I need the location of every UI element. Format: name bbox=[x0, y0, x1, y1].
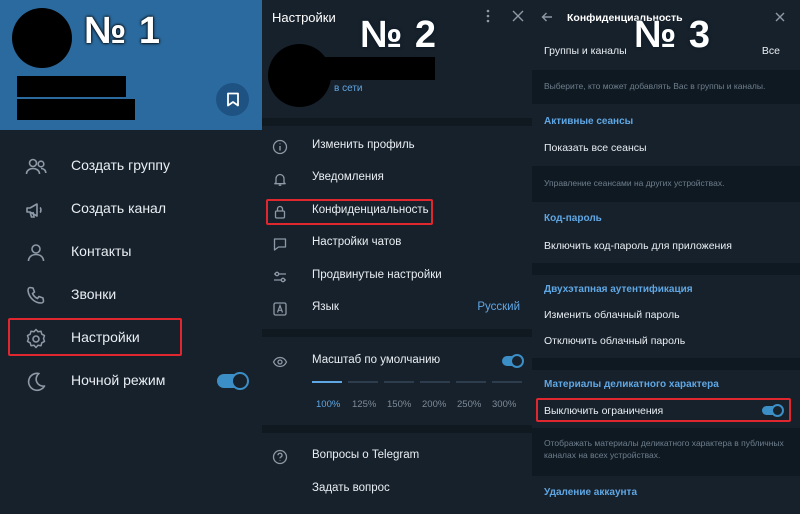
item-label: Вопросы о Telegram bbox=[312, 449, 420, 461]
show-sessions-row[interactable]: Показать все сеансы bbox=[544, 142, 647, 154]
privacy-panel: Конфиденциальность № 3 Группы и каналы В… bbox=[532, 0, 800, 514]
chat-icon bbox=[273, 238, 287, 251]
menu-label: Контакты bbox=[71, 243, 132, 259]
moon-icon bbox=[27, 372, 46, 392]
scale-option[interactable]: 150% bbox=[387, 399, 411, 410]
sliders-icon bbox=[274, 271, 286, 283]
divider bbox=[532, 263, 800, 275]
megaphone-icon bbox=[26, 203, 42, 218]
eye-icon bbox=[272, 356, 288, 368]
sessions-header: Активные сеансы bbox=[544, 116, 634, 127]
question-icon bbox=[272, 449, 288, 465]
item-label: Задать вопрос bbox=[312, 482, 390, 494]
menu-create-group[interactable]: Создать группу bbox=[0, 145, 262, 188]
online-status: в сети bbox=[334, 83, 363, 94]
sessions-hint: Управление сеансами на других устройства… bbox=[532, 166, 800, 202]
item-chat-settings[interactable]: Настройки чатов bbox=[262, 228, 532, 260]
contact-icon bbox=[27, 244, 45, 262]
item-label: Продвинутые настройки bbox=[312, 269, 442, 281]
redacted-name bbox=[324, 57, 435, 80]
scale-option[interactable]: 250% bbox=[457, 399, 481, 410]
item-language[interactable]: Язык Русский bbox=[262, 293, 532, 325]
item-telegram-faq[interactable]: Вопросы о Telegram bbox=[262, 441, 532, 473]
item-label: Настройки чатов bbox=[312, 236, 402, 248]
night-mode-toggle[interactable] bbox=[217, 372, 249, 390]
enable-passcode-row[interactable]: Включить код-пароль для приложения bbox=[544, 240, 732, 252]
disable-cloud-password-row[interactable]: Отключить облачный пароль bbox=[544, 335, 685, 347]
main-menu: Создать группу Создать канал Контакты Зв… bbox=[0, 145, 262, 403]
item-label: Уведомления bbox=[312, 171, 384, 183]
divider bbox=[532, 358, 800, 370]
back-arrow-icon[interactable] bbox=[541, 12, 553, 22]
highlight-restrictions bbox=[536, 398, 791, 422]
slider-segment bbox=[492, 381, 522, 383]
bell-icon bbox=[274, 173, 286, 186]
menu-label: Создать канал bbox=[71, 200, 166, 216]
close-icon[interactable] bbox=[775, 12, 785, 22]
item-advanced[interactable]: Продвинутые настройки bbox=[262, 261, 532, 293]
saved-messages-button[interactable] bbox=[216, 83, 249, 116]
step-label-2: № 2 bbox=[360, 14, 438, 56]
slider-segment bbox=[348, 381, 378, 383]
bookmark-icon bbox=[226, 92, 239, 107]
slider-segment bbox=[312, 381, 342, 383]
divider bbox=[262, 425, 532, 433]
default-scale-toggle[interactable] bbox=[502, 354, 524, 368]
more-icon[interactable] bbox=[483, 9, 493, 23]
menu-label: Звонки bbox=[71, 286, 117, 302]
scale-option[interactable]: 300% bbox=[492, 399, 516, 410]
sensitive-hint: Отображать материалы деликатного характе… bbox=[532, 428, 800, 476]
divider bbox=[262, 329, 532, 337]
panel-title: Настройки bbox=[272, 10, 336, 25]
passcode-header: Код-пароль bbox=[544, 213, 602, 224]
avatar[interactable] bbox=[12, 8, 72, 68]
item-notifications[interactable]: Уведомления bbox=[262, 163, 532, 195]
settings-panel: Настройки № 2 в сети Изменить профиль Ув… bbox=[262, 0, 532, 514]
twofa-header: Двухэтапная аутентификация bbox=[544, 284, 693, 295]
scale-option[interactable]: 100% bbox=[316, 399, 340, 410]
item-label: Масштаб по умолчанию bbox=[312, 354, 441, 366]
slider-segment bbox=[456, 381, 486, 383]
change-cloud-password-row[interactable]: Изменить облачный пароль bbox=[544, 309, 680, 321]
step-label-1: № 1 bbox=[84, 10, 162, 52]
groups-hint: Выберите, кто может добавлять Вас в груп… bbox=[532, 70, 800, 104]
menu-contacts[interactable]: Контакты bbox=[0, 231, 262, 274]
item-label: Язык bbox=[312, 301, 339, 313]
main-menu-panel: № 1 Создать группу Создать канал Контакт… bbox=[0, 0, 262, 514]
item-ask-question[interactable]: Задать вопрос bbox=[262, 474, 532, 506]
item-edit-profile[interactable]: Изменить профиль bbox=[262, 131, 532, 163]
highlight-settings bbox=[8, 318, 182, 356]
scale-slider[interactable]: 100% 125% 150% 200% 250% 300% bbox=[312, 381, 522, 411]
menu-calls[interactable]: Звонки bbox=[0, 274, 262, 317]
sensitive-header: Материалы деликатного характера bbox=[544, 379, 719, 390]
language-value: Русский bbox=[477, 301, 520, 313]
groups-channels-value[interactable]: Все bbox=[762, 45, 780, 57]
phone-icon bbox=[27, 286, 45, 304]
close-icon[interactable] bbox=[512, 10, 524, 22]
scale-option[interactable]: 125% bbox=[352, 399, 376, 410]
info-icon bbox=[272, 139, 288, 155]
scale-option[interactable]: 200% bbox=[422, 399, 446, 410]
redacted-name bbox=[17, 76, 126, 97]
users-icon bbox=[25, 158, 47, 175]
item-label: Изменить профиль bbox=[312, 139, 415, 151]
slider-segment bbox=[384, 381, 414, 383]
step-label-3: № 3 bbox=[634, 14, 712, 56]
divider bbox=[262, 118, 532, 126]
menu-label: Ночной режим bbox=[71, 372, 166, 388]
language-icon bbox=[273, 302, 287, 316]
redacted-phone bbox=[17, 99, 135, 120]
menu-night-mode[interactable]: Ночной режим bbox=[0, 360, 262, 403]
menu-label: Создать группу bbox=[71, 157, 170, 173]
slider-segment bbox=[420, 381, 450, 383]
delete-account-header: Удаление аккаунта bbox=[544, 487, 638, 498]
highlight-privacy bbox=[266, 199, 433, 225]
menu-create-channel[interactable]: Создать канал bbox=[0, 188, 262, 231]
groups-channels-row[interactable]: Группы и каналы bbox=[544, 45, 627, 57]
avatar[interactable] bbox=[268, 44, 331, 107]
item-default-scale[interactable]: Масштаб по умолчанию bbox=[262, 346, 532, 378]
